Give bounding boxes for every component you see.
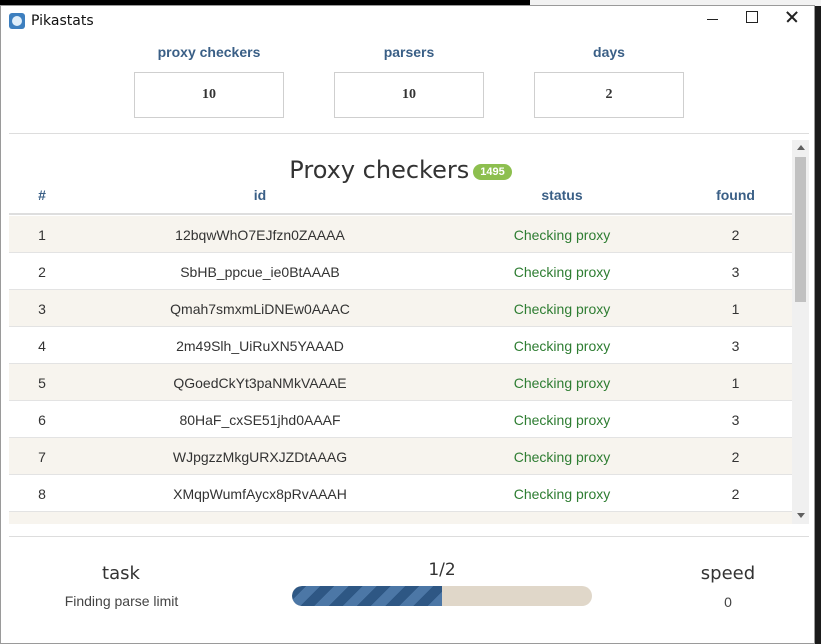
row-found: 3 (731, 264, 740, 280)
progress-fill (292, 586, 442, 606)
proxy-checkers-config: proxy checkers 10 (134, 44, 284, 118)
row-id: XMqpWumfAycx8pRvAAAH (173, 486, 347, 502)
proxy-checkers-input[interactable]: 10 (134, 72, 284, 118)
row-found: 2 (731, 449, 740, 465)
table-title: Proxy checkers 1495 (9, 156, 792, 184)
row-num: 1 (38, 227, 46, 243)
close-icon[interactable] (771, 6, 813, 35)
row-num: 8 (38, 486, 46, 502)
table-row: 6 80HaF_cxSE51jhd0AAAF Checking proxy 3 (9, 401, 792, 438)
parsers-label: parsers (383, 44, 435, 60)
row-found: 3 (731, 338, 740, 354)
col-header-id: id (253, 187, 267, 203)
row-id: 12bqwWhO7EJfzn0ZAAAA (175, 227, 345, 243)
table-row: 8 XMqpWumfAycx8pRvAAAH Checking proxy 2 (9, 475, 792, 512)
row-id: Qmah7smxmLiDNEw0AAAC (170, 301, 350, 317)
row-num: 7 (38, 449, 46, 465)
row-status: Checking proxy (513, 227, 611, 243)
row-status: Checking proxy (513, 301, 611, 317)
scroll-up-arrow-icon[interactable] (797, 145, 805, 150)
days-config: days 2 (534, 44, 684, 118)
table-header: # id status found (9, 187, 792, 215)
divider (9, 133, 809, 134)
row-id: SbHB_ppcue_ie0BtAAAB (180, 264, 340, 280)
status-panel: task Finding parse limit 1/2 speed 0 (9, 546, 809, 636)
table-row: 4 2m49Slh_UiRuXN5YAAAD Checking proxy 3 (9, 327, 792, 364)
table-row: 7 WJpgzzMkgURXJZDtAAAG Checking proxy 2 (9, 438, 792, 475)
progress-bar (292, 586, 592, 606)
row-found: 3 (731, 412, 740, 428)
table-row: 3 Qmah7smxmLiDNEw0AAAC Checking proxy 1 (9, 290, 792, 327)
row-id: 2m49Slh_UiRuXN5YAAAD (176, 338, 344, 354)
days-input[interactable]: 2 (534, 72, 684, 118)
divider (9, 536, 809, 537)
table-body: 1 12bqwWhO7EJfzn0ZAAAA Checking proxy 2 … (9, 216, 792, 524)
row-status: Checking proxy (513, 449, 611, 465)
row-found: 2 (731, 227, 740, 243)
proxy-checkers-label: proxy checkers (157, 44, 261, 60)
row-status: Checking proxy (513, 338, 611, 354)
parsers-input[interactable]: 10 (334, 72, 484, 118)
count-badge: 1495 (473, 164, 512, 180)
row-id: 80HaF_cxSE51jhd0AAAF (179, 412, 341, 428)
app-icon (9, 13, 25, 29)
table-title-text: Proxy checkers (289, 156, 470, 184)
task-label: task (102, 563, 140, 584)
col-header-status: status (541, 187, 583, 203)
table-row: 5 QGoedCkYt3paNMkVAAAE Checking proxy 1 (9, 364, 792, 401)
row-id: WJpgzzMkgURXJZDtAAAG (172, 449, 348, 465)
parsers-config: parsers 10 (334, 44, 484, 118)
maximize-icon[interactable] (731, 6, 773, 35)
row-status: Checking proxy (513, 412, 611, 428)
title-bar[interactable]: Pikastats (1, 6, 814, 35)
scroll-thumb[interactable] (795, 157, 806, 302)
row-num: 4 (38, 338, 46, 354)
task-value: Finding parse limit (64, 593, 179, 609)
speed-value: 0 (724, 594, 732, 610)
row-status: Checking proxy (513, 375, 611, 391)
app-window: Pikastats proxy checkers 10 parsers 10 d… (0, 5, 815, 644)
row-num: 3 (38, 301, 46, 317)
col-header-found: found (716, 187, 755, 203)
row-num: 6 (38, 412, 46, 428)
speed-label: speed (700, 563, 756, 584)
row-found: 2 (731, 486, 740, 502)
proxy-checkers-table: Proxy checkers 1495 # id status found 1 1… (9, 140, 809, 524)
row-num: 2 (38, 264, 46, 280)
row-num: 5 (38, 375, 46, 391)
table-row: 2 SbHB_ppcue_ie0BtAAAB Checking proxy 3 (9, 253, 792, 290)
table-row: 1 12bqwWhO7EJfzn0ZAAAA Checking proxy 2 (9, 216, 792, 253)
scroll-down-arrow-icon[interactable] (797, 513, 805, 518)
days-label: days (593, 44, 625, 60)
row-found: 1 (731, 301, 740, 317)
minimize-icon[interactable] (691, 6, 733, 35)
window-title: Pikastats (31, 13, 94, 29)
col-header-num: # (38, 187, 46, 203)
row-found: 1 (731, 375, 740, 391)
row-id: QGoedCkYt3paNMkVAAAE (173, 375, 347, 391)
table-row-partial (9, 512, 792, 524)
row-status: Checking proxy (513, 486, 611, 502)
row-status: Checking proxy (513, 264, 611, 280)
progress-text: 1/2 (428, 560, 456, 580)
table-scrollbar[interactable] (792, 140, 809, 524)
